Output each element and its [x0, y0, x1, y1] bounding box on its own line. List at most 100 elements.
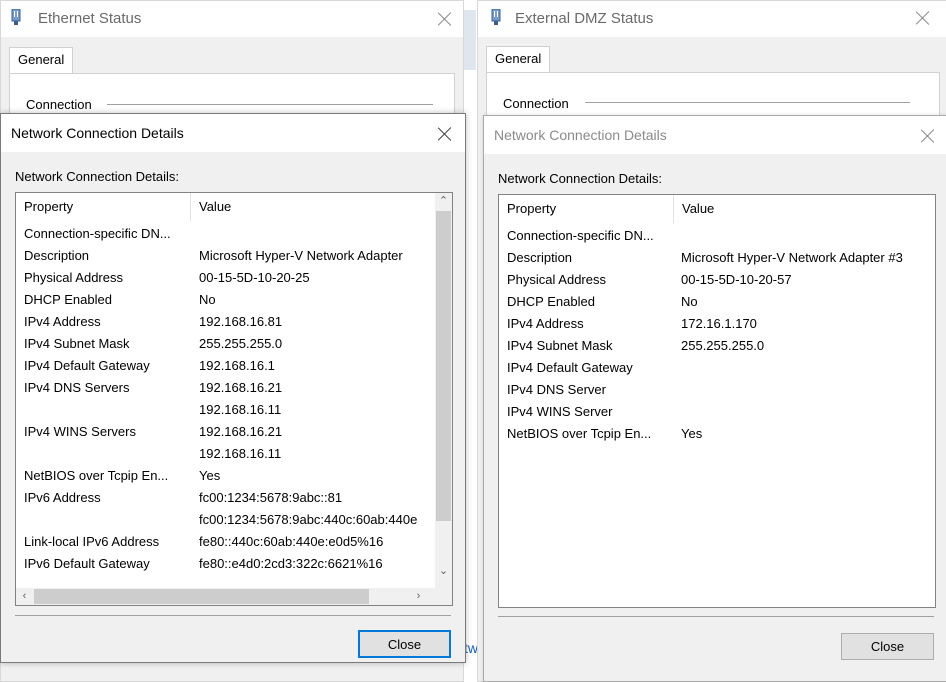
list-item[interactable]: IPv4 Default Gateway	[499, 357, 935, 379]
list-item[interactable]: IPv4 DNS Server	[499, 379, 935, 401]
value-cell: Yes	[681, 426, 703, 441]
window-title: External DMZ Status	[515, 10, 654, 27]
tab-general[interactable]: General	[9, 47, 74, 73]
list-item[interactable]: NetBIOS over Tcpip En... Yes	[16, 465, 434, 487]
value-cell: No	[681, 294, 698, 309]
property-cell: Connection-specific DN...	[507, 228, 654, 243]
footer-divider	[15, 615, 451, 616]
network-details-dialog-left: Network Connection Details Network Conne…	[0, 113, 466, 663]
property-cell: NetBIOS over Tcpip En...	[24, 468, 169, 483]
list-item[interactable]: Connection-specific DN...	[499, 225, 935, 247]
list-item[interactable]: Link-local IPv6 Address fe80::440c:60ab:4…	[16, 531, 434, 553]
list-item[interactable]: IPv4 Subnet Mask 255.255.255.0	[499, 335, 935, 357]
dialog-title: Network Connection Details	[11, 125, 184, 141]
value-cell: fc00:1234:5678:9abc:440c:60ab:440e	[199, 512, 418, 527]
property-cell: IPv6 Address	[24, 490, 101, 505]
details-list[interactable]: Property Value Connection-specific DN...…	[498, 194, 936, 608]
dmz-status-titlebar: External DMZ Status	[478, 1, 946, 37]
tab-general[interactable]: General	[486, 46, 551, 72]
close-icon[interactable]	[920, 128, 936, 144]
property-cell: IPv4 Subnet Mask	[24, 336, 130, 351]
value-cell: Yes	[199, 468, 221, 483]
details-list[interactable]: Property Value Connection-specific DN...…	[15, 192, 453, 606]
list-item[interactable]: IPv4 Default Gateway 192.168.16.1	[16, 355, 434, 377]
scrollbar-corner	[435, 588, 452, 605]
dialog-title: Network Connection Details	[494, 127, 667, 143]
value-cell: 192.168.16.81	[199, 314, 283, 329]
scroll-down-arrow-icon[interactable]: ⌄	[435, 563, 452, 580]
value-cell: Microsoft Hyper-V Network Adapter	[199, 248, 403, 263]
value-cell: fc00:1234:5678:9abc::81	[199, 490, 343, 505]
property-cell: Description	[24, 248, 90, 263]
dialog-titlebar: Network Connection Details	[484, 116, 946, 154]
list-item[interactable]: Description Microsoft Hyper-V Network Ada…	[16, 245, 434, 267]
value-cell: 192.168.16.11	[199, 402, 282, 417]
section-divider	[107, 104, 433, 105]
list-item[interactable]: IPv4 WINS Servers 192.168.16.21	[16, 421, 434, 443]
property-cell: IPv4 DNS Server	[507, 382, 606, 397]
column-header-value[interactable]: Value	[674, 195, 934, 223]
list-item[interactable]: fc00:1234:5678:9abc:440c:60ab:440e	[16, 509, 434, 531]
scroll-up-arrow-icon[interactable]: ⌃	[435, 193, 452, 210]
close-button[interactable]: Close	[358, 630, 451, 658]
value-cell: 172.16.1.170	[681, 316, 757, 331]
background-link-fragment: tw	[464, 640, 478, 656]
background-window-fragment	[462, 10, 476, 70]
value-cell: 255.255.255.0	[681, 338, 765, 353]
value-cell: No	[199, 292, 216, 307]
property-cell: Physical Address	[507, 272, 606, 287]
close-button[interactable]: Close	[841, 633, 934, 660]
list-item[interactable]: IPv6 Address fc00:1234:5678:9abc::81	[16, 487, 434, 509]
list-item[interactable]: Connection-specific DN...	[16, 223, 434, 245]
scroll-left-arrow-icon[interactable]: ‹	[16, 588, 33, 605]
column-header-value[interactable]: Value	[191, 193, 431, 221]
section-divider	[585, 102, 910, 103]
scroll-thumb[interactable]	[436, 211, 451, 521]
list-item[interactable]: Physical Address 00-15-5D-10-20-57	[499, 269, 935, 291]
value-cell: 00-15-5D-10-20-57	[681, 272, 792, 287]
list-item[interactable]: IPv4 WINS Server	[499, 401, 935, 423]
list-item[interactable]: IPv4 Subnet Mask 255.255.255.0	[16, 333, 434, 355]
list-item[interactable]: IPv6 Default Gateway fe80::e4d0:2cd3:322c…	[16, 553, 434, 575]
list-item[interactable]: DHCP Enabled No	[499, 291, 935, 313]
property-cell: IPv4 Subnet Mask	[507, 338, 613, 353]
value-cell: 192.168.16.21	[199, 380, 283, 395]
horizontal-scrollbar[interactable]: ‹ ›	[16, 588, 435, 605]
list-item[interactable]: IPv4 Address 172.16.1.170	[499, 313, 935, 335]
property-cell: DHCP Enabled	[507, 294, 595, 309]
close-icon[interactable]	[915, 10, 931, 26]
property-cell: IPv4 WINS Server	[507, 404, 613, 419]
ethernet-status-titlebar: Ethernet Status	[1, 1, 463, 37]
list-item[interactable]: DHCP Enabled No	[16, 289, 434, 311]
column-header-property[interactable]: Property	[16, 193, 190, 221]
value-cell: 00-15-5D-10-20-25	[199, 270, 310, 285]
property-cell: Connection-specific DN...	[24, 226, 171, 241]
list-item[interactable]: NetBIOS over Tcpip En... Yes	[499, 423, 935, 445]
scroll-right-arrow-icon[interactable]: ›	[410, 588, 427, 605]
details-rows: Connection-specific DN... Description Micr…	[16, 223, 434, 575]
value-cell: 192.168.16.11	[199, 446, 282, 461]
column-header-property[interactable]: Property	[499, 195, 673, 223]
list-item[interactable]: Physical Address 00-15-5D-10-20-25	[16, 267, 434, 289]
list-item[interactable]: 192.168.16.11	[16, 443, 434, 465]
dialog-titlebar: Network Connection Details	[1, 114, 465, 152]
property-cell: DHCP Enabled	[24, 292, 112, 307]
property-cell: IPv4 Default Gateway	[24, 358, 150, 373]
list-item[interactable]: Description Microsoft Hyper-V Network Ada…	[499, 247, 935, 269]
footer-divider	[498, 616, 934, 617]
list-item[interactable]: IPv4 Address 192.168.16.81	[16, 311, 434, 333]
close-icon[interactable]	[437, 126, 453, 142]
close-icon[interactable]	[437, 11, 453, 27]
network-adapter-icon	[491, 9, 501, 25]
network-adapter-icon	[11, 9, 21, 25]
window-title: Ethernet Status	[38, 10, 142, 27]
connection-section-label: Connection	[503, 96, 569, 111]
property-cell: NetBIOS over Tcpip En...	[507, 426, 652, 441]
vertical-scrollbar[interactable]: ⌃ ⌄	[435, 193, 452, 588]
list-item[interactable]: IPv4 DNS Servers 192.168.16.21	[16, 377, 434, 399]
network-details-dialog-right: Network Connection Details Network Conne…	[483, 115, 946, 682]
property-cell: IPv4 WINS Servers	[24, 424, 136, 439]
list-item[interactable]: 192.168.16.11	[16, 399, 434, 421]
value-cell: fe80::440c:60ab:440e:e0d5%16	[199, 534, 384, 549]
scroll-thumb[interactable]	[34, 589, 369, 604]
